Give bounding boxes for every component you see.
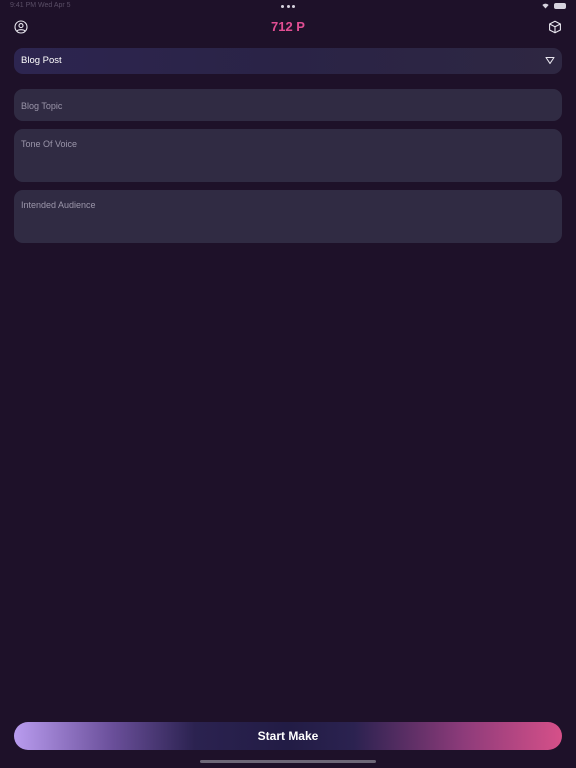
app-screen: 9:41 PM Wed Apr 5 712 P Blog Post Blog T… (0, 0, 576, 768)
tone-of-voice-field-container (14, 129, 562, 182)
navigation-bar: 712 P (0, 14, 576, 42)
content-type-selected: Blog Post (21, 55, 62, 66)
points-balance: 712 P (271, 19, 305, 34)
status-bar: 9:41 PM Wed Apr 5 (0, 0, 576, 14)
blog-topic-input[interactable] (14, 89, 562, 121)
status-indicators (542, 3, 566, 9)
start-make-button[interactable]: Start Make (14, 722, 562, 750)
chevron-down-icon (545, 56, 555, 65)
cube-icon[interactable] (548, 20, 562, 34)
intended-audience-field-container (14, 190, 562, 243)
intended-audience-textarea[interactable] (14, 190, 562, 243)
status-time: 9:41 PM Wed Apr 5 (10, 2, 71, 9)
multitasking-dots-icon[interactable] (281, 5, 295, 9)
battery-icon (554, 3, 566, 9)
wifi-icon (542, 3, 549, 9)
tone-of-voice-textarea[interactable] (14, 129, 562, 182)
home-indicator[interactable] (200, 760, 376, 763)
content-type-dropdown[interactable]: Blog Post (14, 48, 562, 74)
blog-topic-field-container (14, 89, 562, 121)
